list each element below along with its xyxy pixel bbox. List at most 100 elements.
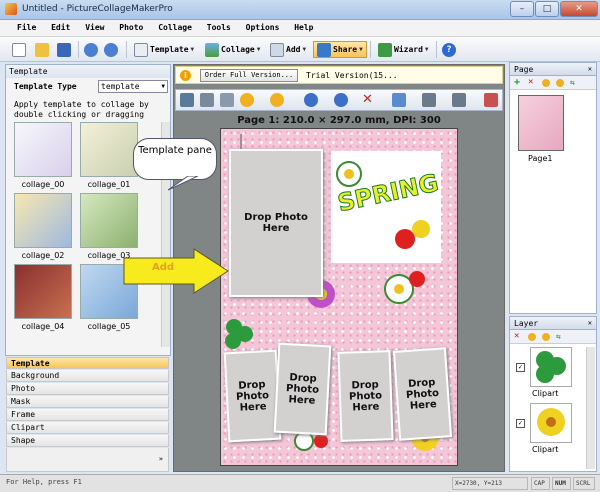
menu-edit[interactable]: Edit [46,20,75,35]
page-panel-title: Page [514,65,534,74]
undo-button[interactable] [84,41,100,58]
layer-up-icon[interactable] [528,333,536,341]
template-type-select[interactable]: template ▼ [98,80,168,93]
add-page-icon[interactable]: + [514,77,520,88]
swap-icon[interactable]: ⇆ [570,78,575,87]
photo-placeholder-2[interactable]: Drop Photo Here [273,342,332,436]
title-bar: Untitled - PictureCollageMakerPro – □ ✕ [0,0,600,20]
photo-placeholder-1[interactable]: Drop Photo Here [223,349,282,443]
open-button[interactable] [35,41,51,58]
photo-placeholder-4[interactable]: Drop Photo Here [392,347,453,441]
share-button[interactable]: Share ▼ [313,41,367,58]
zoom-fit-icon[interactable] [180,93,194,107]
clover-layer-icon [536,351,566,383]
share-icon [317,42,331,57]
rotate-right-icon[interactable] [270,93,284,107]
app-icon [5,3,17,15]
collage-page[interactable]: SPRING Drop Photo Here Drop Photo Here D… [220,128,458,466]
wizard-button[interactable]: Wizard ▼ [378,41,429,58]
folder-icon [35,42,49,57]
menu-photo[interactable]: Photo [114,20,148,35]
save-button[interactable] [57,41,73,58]
align-icon[interactable] [392,93,406,107]
layer-scrollbar[interactable] [586,347,595,469]
order-full-version-button[interactable]: Order Full Version... [200,69,298,82]
trial-notice: i Order Full Version... Trial Version(15… [175,66,503,84]
arrange-icon[interactable] [422,93,436,107]
redo-canvas-icon[interactable] [304,93,318,107]
rotate-left-icon[interactable] [240,93,254,107]
status-scrl: SCRL [573,477,595,490]
template-label-04: collage_04 [21,322,65,331]
window-title: Untitled - PictureCollageMakerPro [22,4,173,14]
help-button[interactable]: ? [442,41,458,58]
template-button[interactable]: Template ▼ [134,41,194,58]
layer-checkbox-1[interactable]: ✓ [516,363,525,372]
template-thumb-00[interactable] [14,122,72,177]
new-button[interactable] [12,41,28,58]
template-type-value: template [101,82,140,91]
layer-checkbox-2[interactable]: ✓ [516,419,525,428]
tab-template[interactable]: Template [6,357,169,369]
photo-placeholder-3[interactable]: Drop Photo Here [337,350,394,442]
move-down-icon[interactable] [556,79,564,87]
page-panel-toolbar: + ✕ ⇆ [510,76,596,90]
delete-page-icon[interactable]: ✕ [528,77,533,87]
menu-help[interactable]: Help [289,20,318,35]
move-up-icon[interactable] [542,79,550,87]
menu-file[interactable]: File [12,20,41,35]
layer-thumb-1[interactable] [530,347,572,387]
maximize-button[interactable]: □ [535,1,559,17]
add-button[interactable]: Add ▼ [270,41,306,58]
template-label-00: collage_00 [21,180,65,189]
status-bar: For Help, press F1 X=2730, Y=213 CAP NUM… [0,474,600,492]
red-flower-clipart[interactable] [409,271,425,287]
layer-close-icon[interactable]: ✕ [588,319,592,327]
page-thumbnail[interactable] [518,95,564,151]
menu-collage[interactable]: Collage [153,20,197,35]
tab-clipart[interactable]: Clipart [6,422,169,434]
bottom-red-flower [314,434,328,448]
tab-mask[interactable]: Mask [6,396,169,408]
daisy-center [394,284,404,294]
template-thumb-01[interactable] [80,122,138,177]
print-icon[interactable] [200,93,214,107]
canvas-toolbar: ✕ [175,89,503,111]
panel-close-icon[interactable]: ✕ [588,65,592,73]
layer-down-icon[interactable] [542,333,550,341]
photo-placeholder-main[interactable]: Drop Photo Here [229,149,323,297]
spring-flower-3 [412,220,430,238]
clear-icon[interactable] [484,93,498,107]
template-panel: Template Type template ▼ Apply template … [5,78,171,356]
status-num: NUM [552,477,571,490]
template-thumb-03[interactable] [80,193,138,248]
redo-button[interactable] [104,41,120,58]
chevron-more-icon[interactable]: » [159,455,163,463]
undo-canvas-icon[interactable] [334,93,348,107]
collage-button[interactable]: Collage ▼ [205,41,260,58]
main-toolbar: Template ▼ Collage ▼ Add ▼ Share ▼ Wizard ▼ ? [0,37,600,62]
template-thumb-04[interactable] [14,264,72,319]
delete-layer-icon[interactable]: ✕ [514,331,519,341]
bottom-daisy [294,431,314,451]
minimize-button[interactable]: – [510,1,534,17]
tab-shape[interactable]: Shape [6,435,169,447]
size-icon[interactable] [452,93,466,107]
template-thumb-02[interactable] [14,193,72,248]
template-label-01: collage_01 [87,180,131,189]
menu-view[interactable]: View [80,20,109,35]
page-panel: Page ✕ + ✕ ⇆ Page1 [509,62,597,314]
menu-options[interactable]: Options [241,20,285,35]
tab-background[interactable]: Background [6,370,169,382]
status-coordinates: X=2730, Y=213 [452,477,528,490]
menu-tools[interactable]: Tools [202,20,236,35]
crop-icon[interactable] [220,93,234,107]
wizard-icon [378,42,392,57]
layer-swap-icon[interactable]: ⇆ [556,332,561,341]
tab-frame[interactable]: Frame [6,409,169,421]
layer-thumb-2[interactable] [530,403,572,443]
save-icon [57,42,71,57]
delete-icon[interactable]: ✕ [362,92,373,107]
tab-photo[interactable]: Photo [6,383,169,395]
close-button[interactable]: ✕ [560,1,598,17]
